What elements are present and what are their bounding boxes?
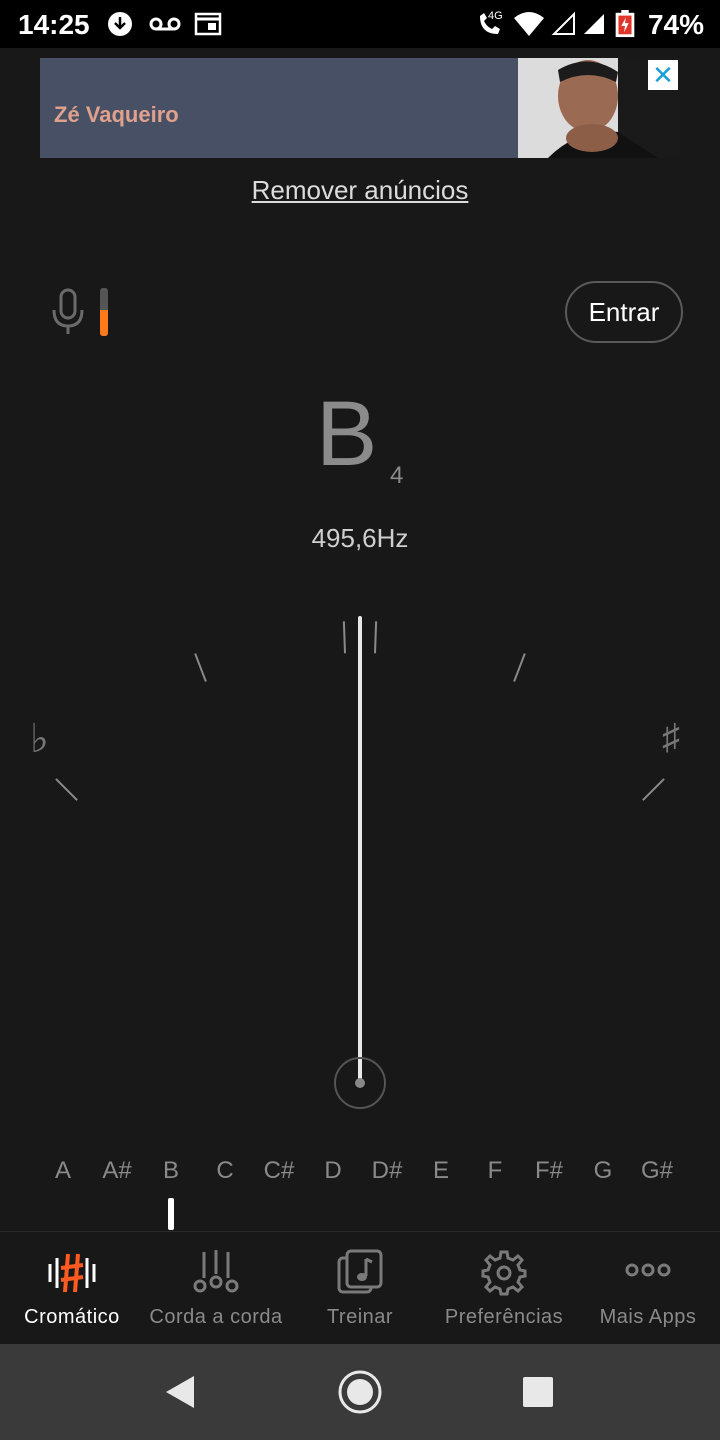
gauge-tick (513, 653, 526, 682)
chromatic-icon (48, 1253, 96, 1293)
note-option-e[interactable]: E (413, 1157, 469, 1185)
gear-icon (481, 1250, 527, 1296)
gauge-tick (374, 621, 378, 654)
selected-note-marker (168, 1198, 174, 1230)
detected-octave: 4 (390, 462, 404, 489)
nav-item-strings[interactable]: Corda a corda (144, 1232, 288, 1344)
input-level-meter (100, 288, 108, 336)
back-button[interactable] (132, 1344, 228, 1440)
note-selector: A A# B C C# D D# E F F# G G# (0, 1157, 720, 1197)
nav-item-more-apps[interactable]: Mais Apps (576, 1232, 720, 1344)
gauge-tick (194, 653, 207, 682)
input-level-fill (100, 309, 108, 336)
nav-label-more-apps: Mais Apps (599, 1306, 697, 1328)
download-icon (108, 12, 132, 36)
microphone-icon (52, 288, 84, 334)
note-option-c[interactable]: C (197, 1157, 253, 1185)
voicemail-icon (149, 17, 181, 31)
needle-pivot (355, 1078, 365, 1088)
note-option-c-sharp[interactable]: C# (251, 1157, 307, 1185)
tuning-gauge (55, 616, 665, 1109)
status-bar: 14:25 4G 74% (0, 0, 720, 48)
login-button[interactable]: Entrar (565, 281, 683, 343)
status-time: 14:25 (18, 9, 90, 40)
note-option-d-sharp[interactable]: D# (359, 1157, 415, 1185)
nav-item-preferences[interactable]: Preferências (432, 1232, 576, 1344)
strings-icon (193, 1250, 239, 1293)
system-navigation-bar (0, 1344, 720, 1440)
ad-title: Zé Vaqueiro (54, 102, 179, 127)
flat-icon: ♭ (30, 717, 49, 761)
note-option-f[interactable]: F (467, 1157, 523, 1185)
gauge-tick (55, 778, 78, 801)
home-button[interactable] (312, 1344, 408, 1440)
signal-icon (584, 14, 604, 34)
detected-note: B (316, 383, 378, 485)
network-label: 4G (488, 10, 503, 22)
ad-close-button[interactable]: ✕ (648, 60, 678, 90)
bottom-navigation: Cromático Corda a corda Treinar Preferên… (0, 1232, 720, 1344)
more-dots-icon (625, 1263, 671, 1277)
gauge-tick (642, 778, 665, 801)
wifi-icon (514, 12, 544, 36)
ad-banner[interactable]: Zé Vaqueiro ✕ (40, 58, 680, 158)
detected-frequency: 495,6Hz (311, 523, 409, 553)
calendar-icon (194, 12, 222, 36)
nav-label-chromatic: Cromático (24, 1306, 120, 1328)
music-note-icon (337, 1249, 383, 1294)
battery-percent: 74% (647, 9, 704, 40)
note-option-b[interactable]: B (143, 1157, 199, 1185)
note-option-g-sharp[interactable]: G# (629, 1157, 685, 1185)
gauge-tick (342, 621, 346, 654)
nav-label-strings: Corda a corda (149, 1306, 283, 1328)
signal-empty-icon (551, 11, 575, 35)
note-option-f-sharp[interactable]: F# (521, 1157, 577, 1185)
recents-button[interactable] (490, 1344, 586, 1440)
note-option-d[interactable]: D (305, 1157, 361, 1185)
note-option-a[interactable]: A (35, 1157, 91, 1185)
nav-label-preferences: Preferências (444, 1306, 564, 1328)
note-option-g[interactable]: G (575, 1157, 631, 1185)
close-icon: ✕ (652, 60, 674, 90)
note-option-a-sharp[interactable]: A# (89, 1157, 145, 1185)
nav-item-chromatic[interactable]: Cromático (0, 1232, 144, 1344)
remove-ads-link[interactable]: Remover anúncios (0, 175, 720, 206)
nav-label-train: Treinar (326, 1306, 394, 1328)
sharp-icon: ♯ (662, 716, 680, 757)
battery-charging-icon (615, 10, 635, 38)
nav-item-train[interactable]: Treinar (288, 1232, 432, 1344)
